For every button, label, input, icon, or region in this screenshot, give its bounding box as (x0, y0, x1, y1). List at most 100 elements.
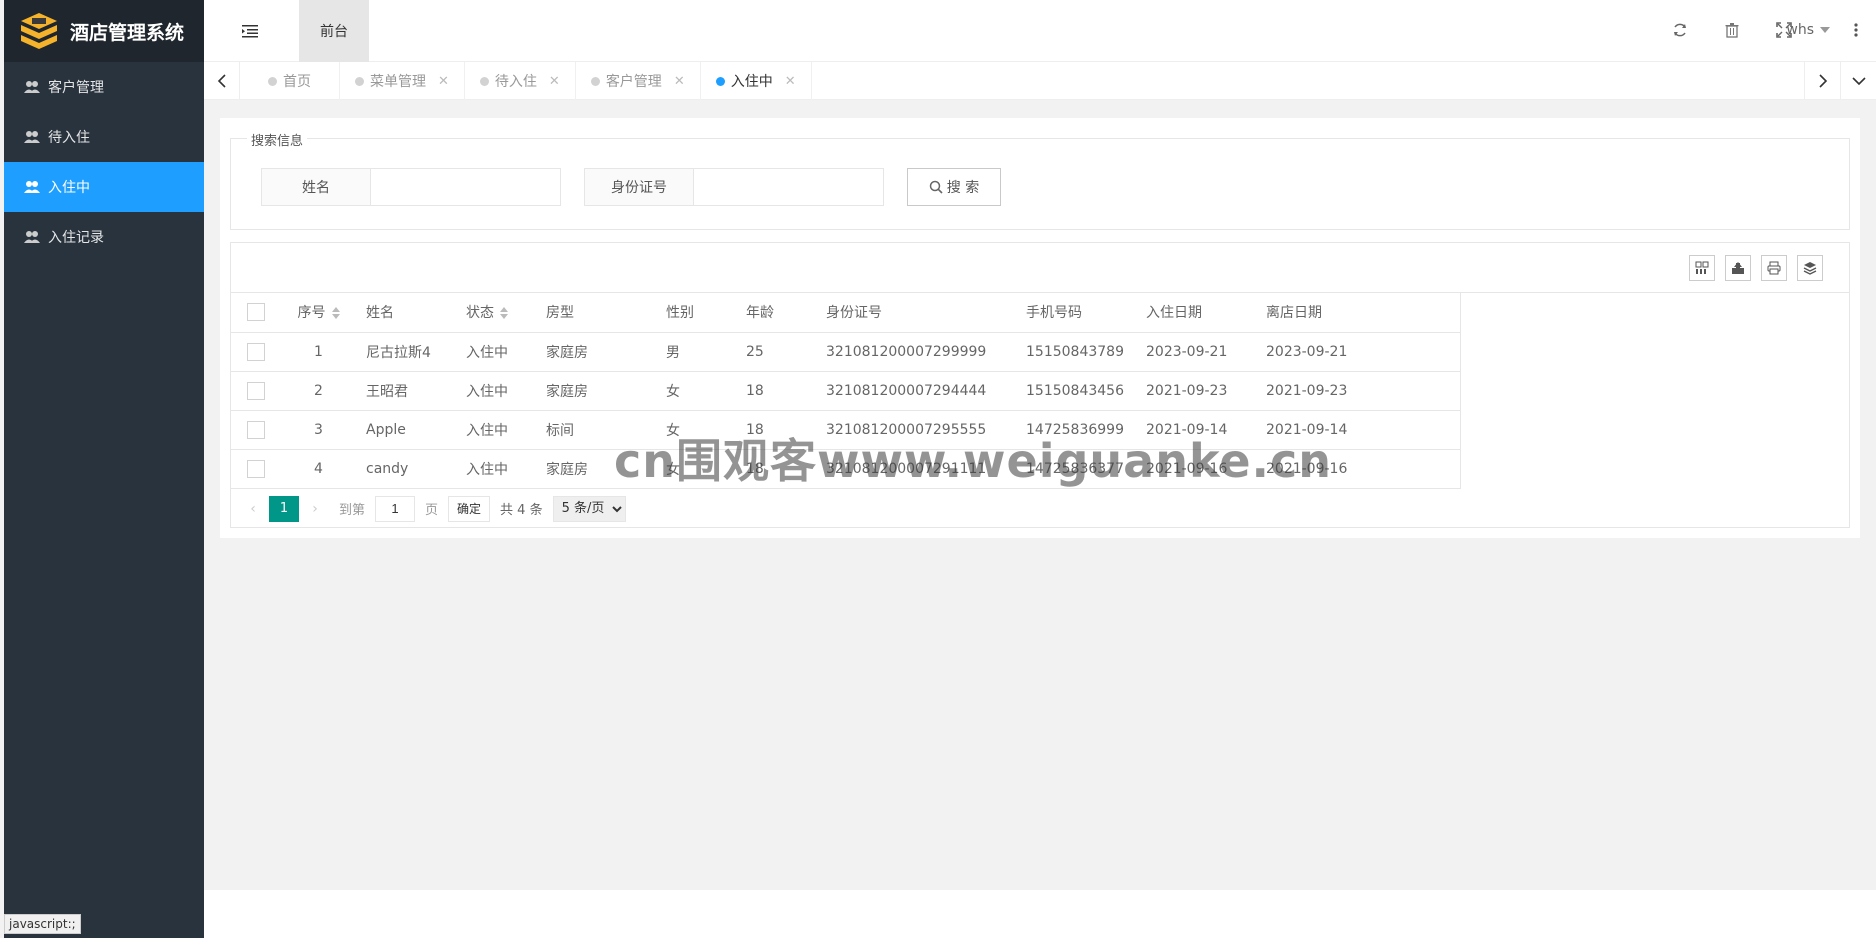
guest-table: 序号 姓名 状态 房型 性别 年龄 身份证号 手机号码 入住日期 离店日期 1 … (231, 293, 1461, 489)
sidebar-item-customers[interactable]: 客户管理 (4, 62, 204, 112)
close-icon[interactable]: ✕ (785, 74, 796, 89)
caret-down-icon (1820, 27, 1830, 33)
cell-status: 入住中 (456, 332, 536, 372)
export-icon (1732, 262, 1744, 274)
col-age: 年龄 (736, 293, 816, 333)
col-status[interactable]: 状态 (456, 293, 536, 333)
export-button[interactable] (1725, 255, 1751, 281)
search-button-label: 搜 索 (946, 180, 980, 196)
cell-room: 家庭房 (536, 371, 656, 411)
user-menu[interactable]: whs (1786, 22, 1830, 38)
cell-checkin: 2021-09-23 (1136, 371, 1256, 411)
name-input[interactable] (371, 168, 561, 206)
cell-phone: 14725836999 (1016, 410, 1136, 450)
cell-status: 入住中 (456, 410, 536, 450)
tab-menu-management[interactable]: 菜单管理 ✕ (340, 62, 465, 100)
trash-icon[interactable] (1724, 22, 1740, 38)
cell-gender: 女 (656, 410, 736, 450)
sidebar-item-label: 客户管理 (48, 80, 104, 96)
tab-checked-in[interactable]: 入住中 ✕ (701, 62, 812, 100)
tab-label: 菜单管理 (370, 74, 426, 90)
cell-gender: 男 (656, 332, 736, 372)
select-all-checkbox[interactable] (247, 303, 265, 322)
close-icon[interactable]: ✕ (438, 74, 449, 89)
users-icon (24, 231, 40, 243)
table-row[interactable]: 2 王昭君 入住中 家庭房 女 18 321081200007294444 15… (231, 371, 1461, 411)
goto-confirm-button[interactable]: 确定 (448, 495, 491, 522)
table-row[interactable]: 1 尼古拉斯4 入住中 家庭房 男 25 321081200007299999 … (231, 332, 1461, 372)
prev-page-icon[interactable]: ‹ (243, 501, 263, 517)
footer (204, 890, 1876, 938)
chevron-down-icon (1851, 77, 1866, 86)
print-button[interactable] (1761, 255, 1787, 281)
tab-home[interactable]: 首页 (240, 62, 340, 100)
logo: 酒店管理系统 (4, 0, 204, 62)
tab-dot (268, 76, 277, 86)
table-row[interactable]: 3 Apple 入住中 标间 女 18 321081200007295555 1… (231, 410, 1461, 450)
sidebar-item-pending[interactable]: 待入住 (4, 112, 204, 162)
cell-index: 3 (281, 410, 356, 450)
name-label: 姓名 (261, 168, 371, 206)
layers-icon (1803, 262, 1817, 275)
front-desk-tab[interactable]: 前台 (299, 0, 369, 62)
table-row[interactable]: 4 candy 入住中 家庭房 女 18 321081200007291111 … (231, 449, 1461, 489)
main-content: 搜索信息 姓名 身份证号 搜 索 序号 姓名 状态 房型 性别 年龄 身份证号 … (220, 118, 1860, 538)
sidebar-item-checked-in[interactable]: 入住中 (4, 162, 204, 212)
col-checkin: 入住日期 (1136, 293, 1256, 333)
cell-checkout: 2021-09-14 (1256, 410, 1461, 450)
cell-checkin: 2023-09-21 (1136, 332, 1256, 372)
users-icon (24, 181, 40, 193)
username: whs (1786, 22, 1814, 38)
idcard-input[interactable] (694, 168, 884, 206)
row-select-cell (231, 449, 281, 489)
tab-customers[interactable]: 客户管理 ✕ (576, 62, 701, 100)
cell-idcard: 321081200007295555 (816, 410, 1016, 450)
row-checkbox[interactable] (247, 342, 265, 361)
search-button[interactable]: 搜 索 (907, 168, 1001, 206)
tabs-scroll-right[interactable] (1804, 62, 1840, 100)
columns-icon (1695, 261, 1709, 274)
page-size-select[interactable]: 5 条/页 (552, 495, 626, 522)
current-page[interactable]: 1 (269, 495, 299, 522)
tabs-dropdown[interactable] (1840, 62, 1876, 100)
row-checkbox[interactable] (247, 459, 265, 478)
search-icon (929, 180, 943, 194)
cell-phone: 15150843789 (1016, 332, 1136, 372)
col-room: 房型 (536, 293, 656, 333)
pagination: ‹ 1 › 到第 页 确定 共 4 条 5 条/页 (231, 489, 1849, 529)
cell-checkin: 2021-09-16 (1136, 449, 1256, 489)
tab-label: 客户管理 (605, 74, 662, 90)
print-icon (1767, 261, 1781, 275)
cell-name: 尼古拉斯4 (356, 332, 456, 372)
sidebar-item-records[interactable]: 入住记录 (4, 212, 204, 262)
row-checkbox[interactable] (247, 420, 265, 439)
cell-status: 入住中 (456, 449, 536, 489)
more-vertical-icon[interactable] (1854, 22, 1858, 38)
col-index[interactable]: 序号 (281, 293, 356, 333)
users-icon (24, 81, 40, 93)
row-checkbox[interactable] (247, 381, 265, 400)
logo-box-icon (21, 13, 57, 49)
cell-age: 25 (736, 332, 816, 372)
menu-fold-icon[interactable] (242, 24, 258, 38)
tabs: 首页 菜单管理 ✕ 待入住 ✕ 客户管理 ✕ 入住中 ✕ (240, 62, 812, 100)
next-page-icon[interactable]: › (305, 501, 325, 517)
tab-dot (715, 76, 725, 86)
close-icon[interactable]: ✕ (549, 74, 560, 89)
status-bar-link-tip: javascript:; (4, 914, 81, 934)
cell-name: 王昭君 (356, 371, 456, 411)
cell-checkin: 2021-09-14 (1136, 410, 1256, 450)
goto-page-input[interactable] (375, 495, 416, 522)
close-icon[interactable]: ✕ (674, 74, 685, 89)
sort-icon (500, 307, 508, 320)
col-checkout: 离店日期 (1256, 293, 1461, 333)
refresh-icon[interactable] (1672, 22, 1688, 38)
tab-pending[interactable]: 待入住 ✕ (465, 62, 576, 100)
tab-label: 入住中 (730, 74, 773, 90)
columns-filter-button[interactable] (1689, 255, 1715, 281)
layers-button[interactable] (1797, 255, 1823, 281)
sidebar-item-label: 待入住 (48, 130, 90, 146)
cell-age: 18 (736, 410, 816, 450)
tabs-scroll-left[interactable] (204, 62, 240, 100)
col-idcard: 身份证号 (816, 293, 1016, 333)
